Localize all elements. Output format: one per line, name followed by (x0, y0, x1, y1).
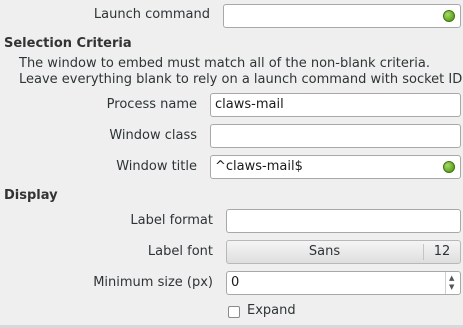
process-name-input[interactable]: claws-mail (210, 93, 461, 117)
window-class-label: Window class (109, 128, 197, 143)
display-heading: Display (4, 188, 58, 203)
down-arrow-icon[interactable]: ▼ (449, 284, 454, 291)
selection-description-line2: Leave everything blank to rely on a laun… (19, 72, 463, 87)
process-name-label: Process name (106, 97, 197, 112)
minimum-size-value: 0 (231, 275, 240, 290)
minimum-size-spinbutton[interactable]: 0 ▲ ▼ (226, 271, 461, 295)
label-format-input[interactable] (226, 209, 461, 233)
font-name: Sans (308, 244, 341, 259)
selection-criteria-heading: Selection Criteria (4, 36, 132, 51)
valid-indicator-icon (443, 10, 455, 22)
label-format-label: Label format (130, 213, 213, 228)
window-title-input[interactable]: ^claws-mail$ (210, 155, 461, 179)
spin-arrows[interactable]: ▲ ▼ (445, 272, 460, 294)
window-title-label: Window title (116, 159, 197, 174)
expand-checkbox[interactable] (228, 306, 240, 318)
window-title-value: ^claws-mail$ (215, 159, 303, 174)
expand-label[interactable]: Expand (247, 303, 296, 318)
valid-indicator-icon (443, 161, 455, 173)
label-font-label: Label font (147, 244, 213, 259)
launch-command-input[interactable] (223, 4, 461, 28)
window-class-input[interactable] (210, 124, 461, 148)
font-chooser-button[interactable]: Sans 12 (226, 240, 461, 264)
launch-command-label: Launch command (93, 7, 210, 22)
font-size: 12 (433, 244, 451, 259)
up-arrow-icon[interactable]: ▲ (449, 275, 454, 282)
minimum-size-label: Minimum size (px) (93, 275, 213, 290)
process-name-value: claws-mail (215, 97, 284, 112)
